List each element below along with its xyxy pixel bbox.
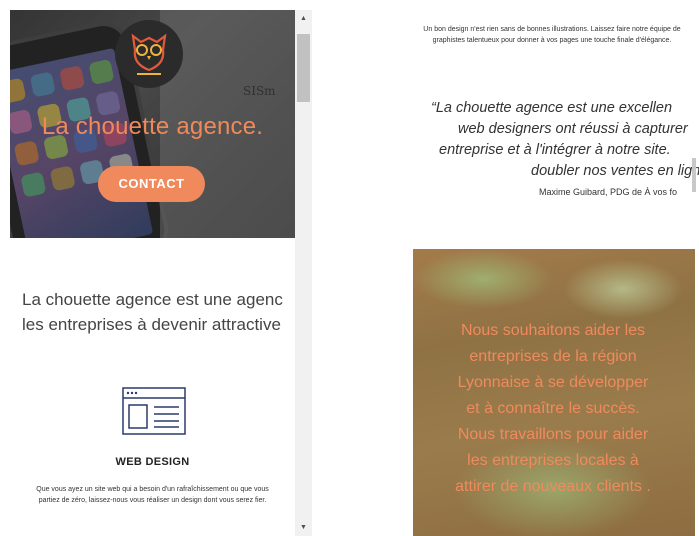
- testimonial-quote: “La chouette agence est une excellen web…: [431, 98, 699, 182]
- intro-line: les entreprises à devenir attractive: [22, 315, 281, 334]
- intro-line: La chouette agence est une agenc: [22, 290, 283, 309]
- web-design-icon: [122, 387, 186, 435]
- illustration-description: Un bon design n'est rien sans de bonnes …: [423, 26, 681, 44]
- owl-icon: [131, 33, 167, 75]
- quote-line: web designers ont réussi à capturer: [458, 121, 688, 137]
- mission-text: Nous souhaitons aider les entreprises de…: [455, 322, 651, 495]
- scroll-down-arrow-icon[interactable]: ▼: [295, 519, 312, 536]
- owl-logo[interactable]: [115, 20, 183, 88]
- scrollbar-thumb[interactable]: [297, 34, 310, 102]
- foliage-decoration: [563, 259, 683, 319]
- right-scrollbar-thumb[interactable]: [692, 158, 696, 192]
- scroll-up-arrow-icon[interactable]: ▲: [295, 10, 312, 27]
- testimonial-author: Maxime Guibard, PDG de À vos fo: [539, 187, 678, 197]
- quote-line: “La chouette agence est une excellen: [431, 100, 673, 116]
- hero-title: La chouette agence.: [41, 113, 264, 140]
- service-title: WEB DESIGN: [115, 456, 190, 468]
- scrollbar[interactable]: ▲ ▼: [295, 10, 312, 536]
- right-viewport: Un bon design n'est rien sans de bonnes …: [413, 10, 699, 536]
- sketch-text: SISm: [243, 84, 276, 98]
- foliage-decoration: [413, 249, 553, 309]
- quote-line: entreprise et à l'intégrer à notre site.: [439, 142, 671, 158]
- hero-section: SISm La chouette agence. CONTACT: [10, 10, 295, 238]
- service-description: Que vous ayez un site web qui a besoin d…: [36, 486, 269, 504]
- left-viewport: SISm La chouette agence. CONTACT La chou…: [10, 10, 312, 536]
- intro-text: La chouette agence est une agenc les ent…: [22, 287, 295, 337]
- contact-button[interactable]: CONTACT: [98, 166, 205, 202]
- left-page: SISm La chouette agence. CONTACT La chou…: [10, 10, 295, 536]
- mission-section: Nous souhaitons aider les entreprises de…: [413, 249, 695, 536]
- quote-line: doubler nos ventes en ligne: [531, 163, 699, 179]
